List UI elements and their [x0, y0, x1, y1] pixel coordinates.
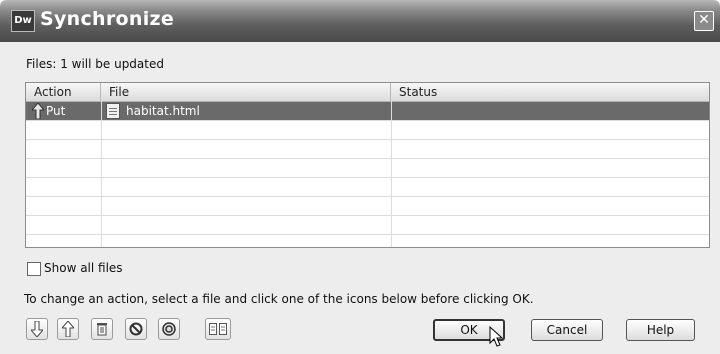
column-divider	[391, 101, 392, 247]
dreamweaver-app-icon: Dw	[11, 10, 35, 32]
table-row-empty	[26, 121, 709, 140]
files-summary: Files: 1 will be updated	[26, 57, 164, 71]
synchronized-button[interactable]	[158, 318, 180, 340]
get-arrow-icon	[29, 320, 45, 338]
column-header-file[interactable]: File	[101, 83, 391, 101]
synchronize-dialog: Dw Synchronize ✕ Files: 1 will be update…	[0, 0, 720, 354]
table-header: Action File Status	[26, 83, 709, 102]
row-action: Put	[46, 104, 66, 118]
show-all-files-checkbox[interactable]	[27, 262, 41, 276]
title-bar[interactable]: Dw Synchronize ✕	[0, 0, 720, 42]
table-row-empty	[26, 140, 709, 159]
put-arrow-icon	[32, 103, 44, 119]
compare-icon	[209, 323, 227, 335]
table-row-empty	[26, 159, 709, 178]
table-row[interactable]: Put habitat.html	[26, 102, 709, 121]
ignore-button[interactable]	[125, 318, 147, 340]
compare-button[interactable]	[205, 318, 231, 340]
table-row-empty	[26, 178, 709, 197]
delete-button[interactable]	[91, 318, 113, 340]
column-divider	[101, 101, 102, 247]
help-button[interactable]: Help	[626, 319, 695, 341]
put-button[interactable]	[57, 318, 79, 340]
table-row-empty	[26, 197, 709, 216]
instruction-text: To change an action, select a file and c…	[24, 292, 534, 306]
row-file-name: habitat.html	[126, 104, 200, 118]
get-button[interactable]	[26, 318, 48, 340]
put-arrow-icon	[60, 320, 76, 338]
dialog-title: Synchronize	[40, 8, 175, 30]
mouse-cursor-icon	[489, 326, 503, 347]
ignore-icon	[129, 322, 143, 336]
html-file-icon	[106, 103, 120, 119]
delete-icon	[97, 323, 107, 336]
cancel-button[interactable]: Cancel	[531, 319, 603, 341]
column-header-status[interactable]: Status	[391, 83, 709, 101]
table-row-empty	[26, 216, 709, 235]
close-button[interactable]: ✕	[694, 11, 714, 31]
sync-file-table: Action File Status Put habitat.html	[25, 82, 710, 248]
show-all-files-label[interactable]: Show all files	[44, 261, 123, 275]
synchronized-icon	[162, 322, 176, 336]
column-header-action[interactable]: Action	[26, 83, 101, 101]
